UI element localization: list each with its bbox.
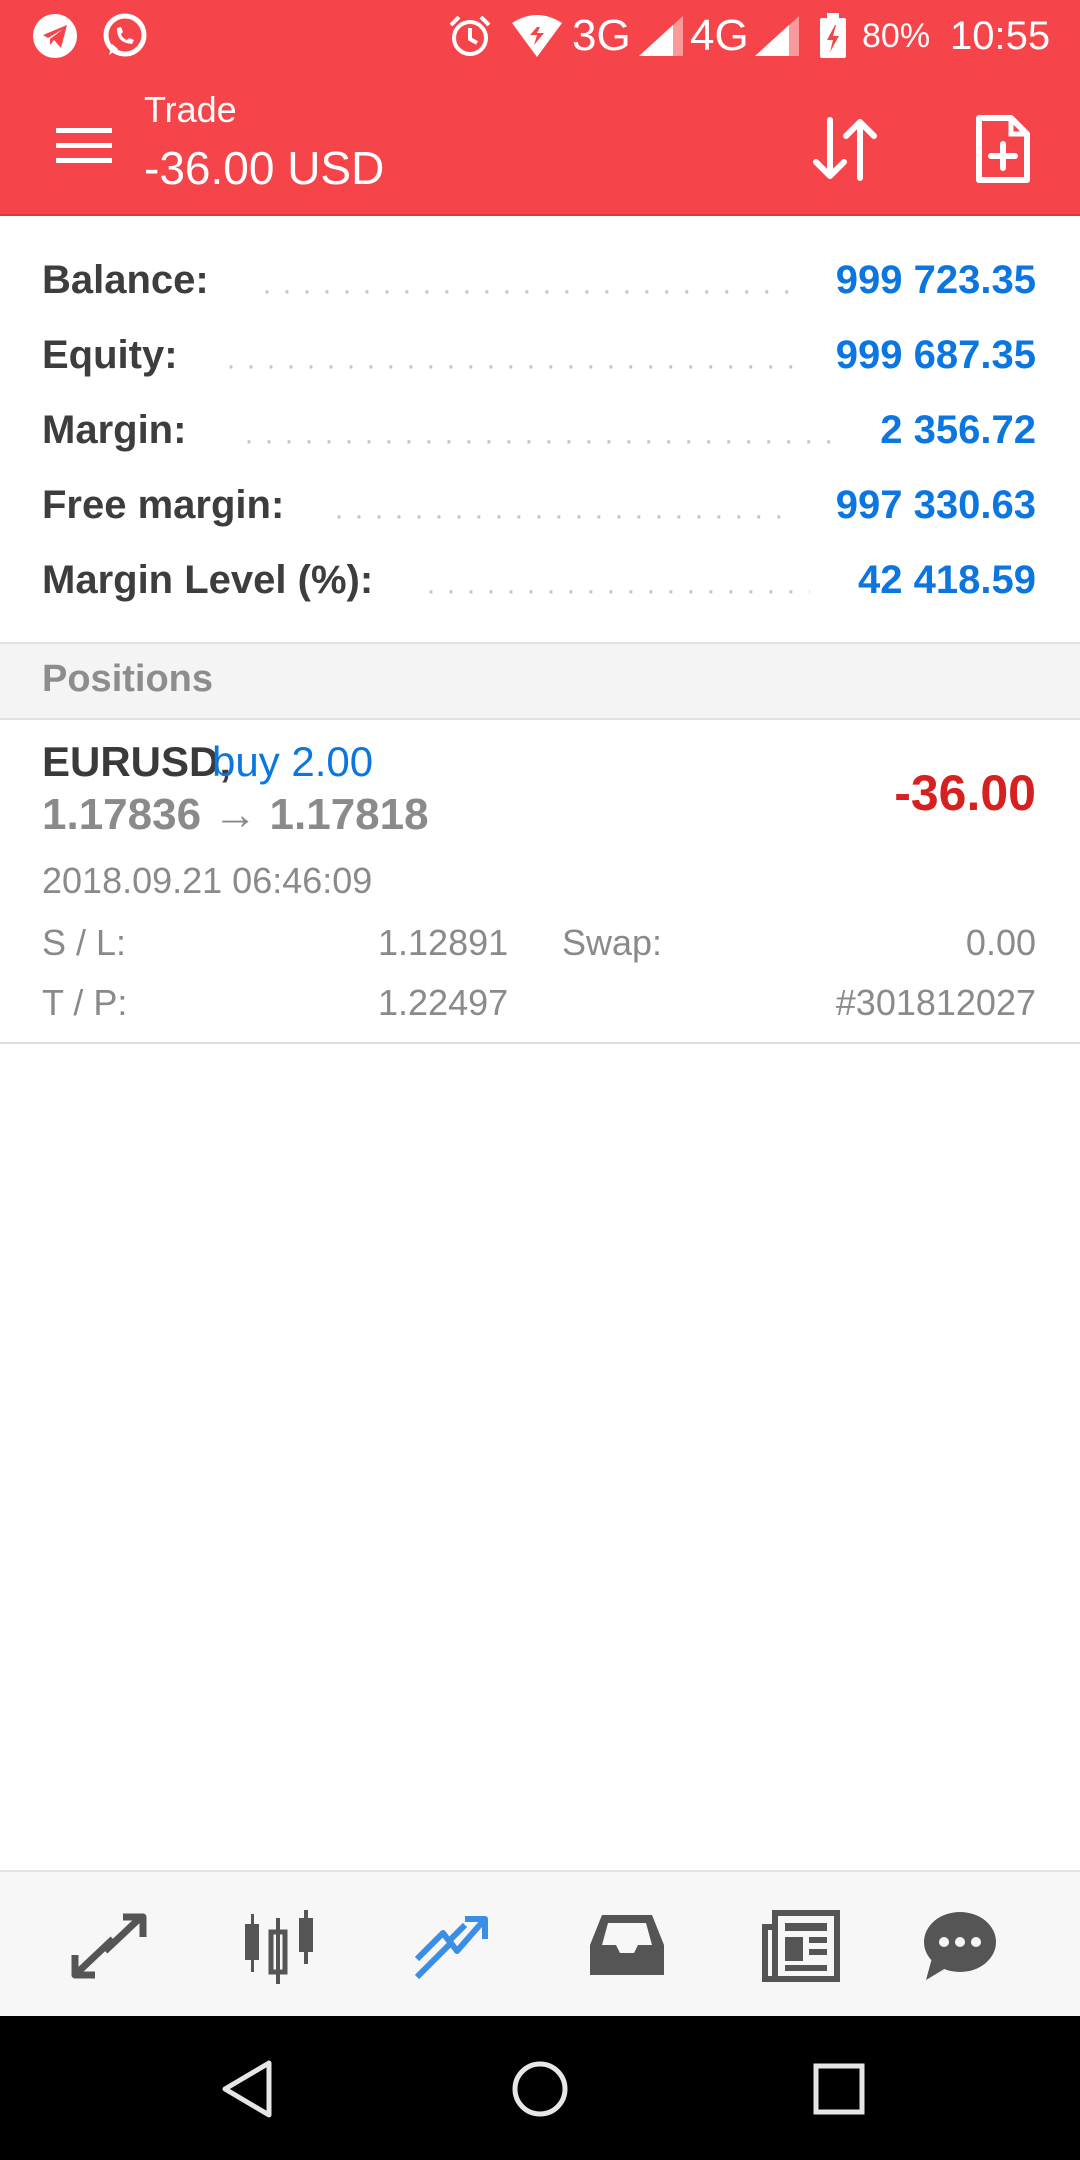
margin-level-label: Margin Level (%): [42,558,374,602]
wifi-icon [510,12,564,60]
back-button[interactable] [212,2054,282,2124]
leader-dots: ········································… [226,349,794,369]
quotes-icon [71,1913,147,1979]
bottom-navigation [0,1870,1080,2017]
news-icon [762,1910,840,1982]
sl-label: S / L: [42,922,127,963]
back-icon [222,2060,272,2118]
swap-value: 0.00 [965,922,1036,963]
toolbar-title: -36.00 USD [144,142,385,194]
price-arrow: → [213,790,258,839]
balance-value: 999 723.35 [835,258,1036,302]
signal-3g-icon [636,12,686,60]
leader-dots: ········································… [426,574,810,594]
margin-value: 2 356.72 [880,408,1036,452]
nav-chart[interactable] [236,1906,326,1986]
chart-icon [245,1910,313,1984]
messages-icon [924,1912,996,1980]
whatsapp-icon [98,12,152,60]
history-icon [590,1915,664,1975]
free-margin-value: 997 330.63 [835,483,1036,527]
free-margin-row: Free margin: ···························… [0,477,1080,537]
telegram-icon [30,12,80,60]
leader-dots: ········································… [262,274,802,294]
margin-label: Margin: [42,408,187,452]
position-prices: 1.17836 → 1.17818 [42,790,429,840]
position-open-time: 2018.09.21 06:46:09 [42,860,373,901]
balance-row: Balance: ·······························… [0,252,1080,312]
signal-4g-icon [752,12,802,60]
battery-percent: 80% [862,17,931,55]
ticket-number: #301812027 [835,982,1036,1023]
nav-quotes[interactable] [64,1906,154,1986]
margin-level-value: 42 418.59 [858,558,1036,602]
menu-button[interactable] [42,114,126,178]
position-symbol: EURUSD, [42,738,232,785]
positions-title: Positions [42,658,214,700]
battery-icon [818,12,848,60]
position-profit: -36.00 [894,765,1036,821]
network-4g-label: 4G [690,11,749,60]
nav-messages[interactable] [914,1906,1004,1986]
leader-dots: ········································… [334,499,784,519]
network-3g-label: 3G [572,11,631,60]
status-bar: 3G 4G 80% 10:55 [0,0,1080,74]
current-price: 1.17818 [269,790,429,839]
leader-dots: ········································… [244,424,840,444]
clock: 10:55 [950,14,1051,58]
alarm-icon [446,12,494,60]
margin-level-row: Margin Level (%): ······················… [0,552,1080,612]
menu-icon [56,128,112,163]
equity-value: 999 687.35 [835,333,1036,377]
recents-icon [813,2063,865,2115]
sort-icon [813,117,877,181]
nav-trade[interactable] [408,1906,498,1986]
home-icon [512,2061,568,2117]
position-type: buy 2.00 [212,738,374,785]
new-order-icon [976,115,1030,183]
free-margin-label: Free margin: [42,483,285,527]
swap-label: Swap: [562,922,663,963]
positions-section-header: Positions [0,642,1080,720]
sl-value: 1.12891 [378,922,509,963]
tp-value: 1.22497 [378,982,509,1023]
toolbar: Trade -36.00 USD [0,74,1080,214]
equity-label: Equity: [42,333,178,377]
margin-row: Margin: ································… [0,402,1080,462]
system-navigation-bar [0,2016,1080,2160]
balance-label: Balance: [42,258,209,302]
equity-row: Equity: ································… [0,327,1080,387]
home-button[interactable] [505,2054,575,2124]
toolbar-subtitle: Trade [144,89,237,130]
new-order-button[interactable] [958,104,1048,194]
trade-icon [414,1916,488,1980]
open-price: 1.17836 [42,790,202,839]
nav-history[interactable] [582,1906,672,1986]
nav-news[interactable] [756,1906,846,1986]
app-header: 3G 4G 80% 10:55 Trade -36.00 USD [0,0,1080,216]
sort-button[interactable] [800,104,890,194]
position-item[interactable]: EURUSD, buy 2.00 1.17836 → 1.17818 -36.0… [0,718,1080,1044]
tp-label: T / P: [42,982,128,1023]
recents-button[interactable] [804,2054,874,2124]
